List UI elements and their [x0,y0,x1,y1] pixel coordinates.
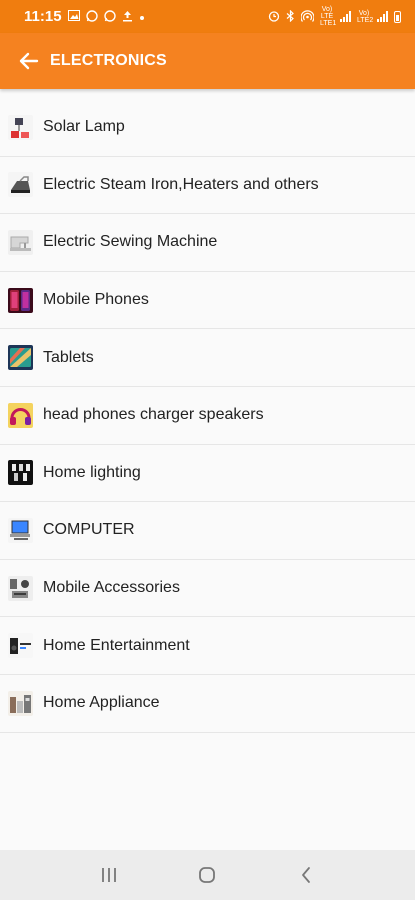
list-item-tablets[interactable]: Tablets [0,329,415,387]
back-nav-button[interactable] [286,855,326,895]
item-label: Electric Steam Iron,Heaters and others [43,175,319,193]
list-item-solar-lamp[interactable]: Solar Lamp [0,99,415,157]
recent-apps-icon [102,868,117,882]
computer-thumbnail [8,517,33,543]
dot-icon [139,11,145,23]
home-icon [199,867,216,883]
list-item-sewing-machine[interactable]: Electric Sewing Machine [0,214,415,272]
item-label: Home lighting [43,463,141,481]
gallery-icon [67,10,80,23]
page-title: ELECTRONICS [50,52,167,69]
list-item-computer[interactable]: COMPUTER [0,502,415,560]
status-time: 11:15 [24,8,62,25]
app-bar: ELECTRONICS [0,33,415,89]
list-item-home-lighting[interactable]: Home lighting [0,444,415,503]
bluetooth-icon [286,9,295,24]
item-label: Tablets [43,348,94,366]
item-label: Solar Lamp [43,118,125,136]
list-item-mobile-accessories[interactable]: Mobile Accessories [0,559,415,618]
item-label: Home Appliance [43,694,160,712]
hotspot-icon [300,9,315,24]
signal-icon [377,11,388,22]
list-item-steam-iron[interactable]: Electric Steam Iron,Heaters and others [0,156,415,215]
solar-lamp-thumbnail [8,114,33,140]
back-button[interactable] [17,49,41,73]
item-label: Electric Sewing Machine [43,233,218,251]
status-right: Vo) LTE LTE1 Vo) LTE2 [268,6,401,27]
home-lighting-thumbnail [8,460,33,486]
signal-icon [340,11,351,22]
alarm-icon [268,10,280,24]
status-left: 11:15 [24,8,145,25]
list-item-headphones[interactable]: head phones charger speakers [0,386,415,445]
upload-icon [122,10,133,24]
item-label: Mobile Accessories [43,579,180,597]
item-label: Mobile Phones [43,291,149,309]
category-list: Solar Lamp Electric Steam Iron,Heaters a… [0,99,415,733]
mobile-phones-thumbnail [8,287,33,313]
sewing-machine-thumbnail [8,229,33,255]
home-entertainment-thumbnail [8,633,33,659]
recent-apps-button[interactable] [89,855,129,895]
status-bar: 11:15 Vo) LTE LTE1 Vo) LTE2 [0,0,415,33]
headphones-thumbnail [8,402,33,428]
volte-icon: Vo) LTE LTE1 [320,6,337,27]
navigation-bar [0,850,415,900]
mobile-accessories-thumbnail [8,575,33,601]
item-label: COMPUTER [43,521,135,539]
back-icon [301,867,310,883]
battery-icon [394,10,401,23]
whatsapp-icon [103,9,116,24]
home-appliance-thumbnail [8,690,33,716]
home-button[interactable] [187,855,227,895]
volte-icon: Vo) LTE2 [357,9,374,24]
list-item-mobile-phones[interactable]: Mobile Phones [0,271,415,330]
list-item-home-appliance[interactable]: Home Appliance [0,674,415,733]
item-label: Home Entertainment [43,636,190,654]
item-label: head phones charger speakers [43,406,264,424]
arrow-left-icon [19,52,39,70]
tablets-thumbnail [8,345,33,371]
whatsapp-icon [85,9,98,24]
steam-iron-thumbnail [8,172,33,198]
list-item-home-entertainment[interactable]: Home Entertainment [0,617,415,675]
